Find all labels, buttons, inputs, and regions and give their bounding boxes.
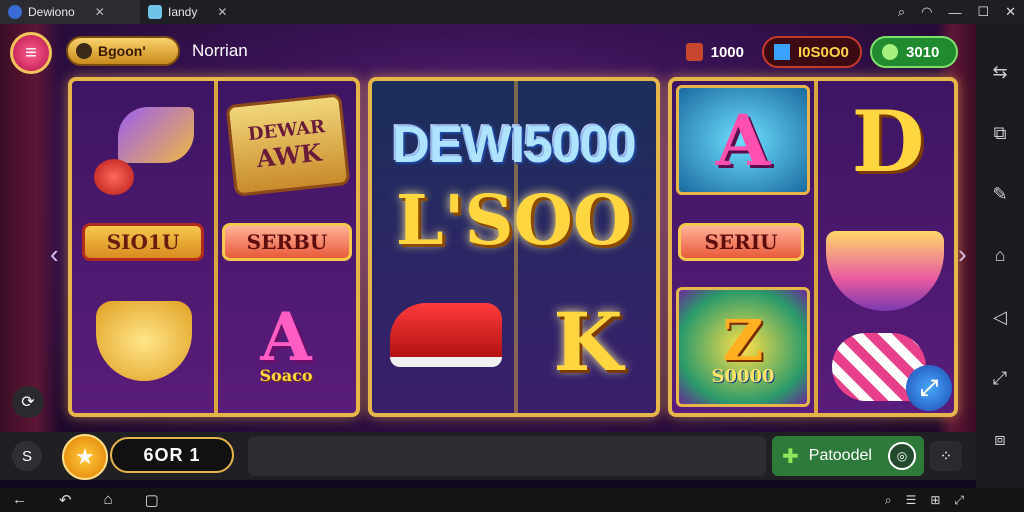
letter-k-symbol: K xyxy=(532,287,644,397)
letter-a-symbol: A Soaco xyxy=(259,297,313,385)
banner-title-line2: AWK xyxy=(255,137,324,174)
gem-balance[interactable]: 3010 xyxy=(870,36,958,68)
player-badge[interactable]: Bgoon' xyxy=(66,36,180,66)
avatar-icon xyxy=(76,43,92,59)
search-icon[interactable]: ⌕ xyxy=(885,493,892,508)
reel-divider xyxy=(814,81,818,413)
undo-icon[interactable]: ↶ xyxy=(59,491,72,509)
grid-icon[interactable]: ⊞ xyxy=(930,493,940,507)
tab-label: Dewiono xyxy=(28,5,75,19)
cauldron-symbol xyxy=(826,231,944,311)
badge-left: SIO1U xyxy=(82,223,204,261)
multiwindow-icon[interactable]: ⧈ xyxy=(994,429,1005,450)
reel-panel-right: A D SERIU Z S0000 ⤢ xyxy=(668,77,958,417)
sound-button-label: S xyxy=(21,447,32,465)
minimize-icon[interactable]: — xyxy=(948,5,961,20)
list-icon[interactable]: ☰ xyxy=(906,493,917,507)
reel-divider xyxy=(214,81,218,413)
message-field[interactable] xyxy=(248,436,766,476)
expand-icon[interactable]: ⤢ xyxy=(954,493,964,508)
app-favicon-icon xyxy=(148,5,162,19)
letter-a-tile-label: A xyxy=(715,98,771,182)
dots-icon: ⁘ xyxy=(939,448,953,465)
letter-a-label: Soaco xyxy=(259,365,313,385)
ball-symbol xyxy=(94,159,134,195)
cycle-icon: ⟳ xyxy=(21,394,35,411)
tab-label: Iandy xyxy=(168,5,198,19)
player-badge-label: Bgoon' xyxy=(98,43,146,59)
curtain-left xyxy=(0,24,60,432)
coin-balance-value: I0S0O0 xyxy=(798,43,849,61)
reel-panel-middle: DEWI5000 L'SOO K xyxy=(368,77,660,417)
star-icon: ★ xyxy=(75,444,95,469)
letter-k-label: K xyxy=(553,295,623,389)
game-subtitle: L'SOO xyxy=(395,181,633,261)
recent-apps-icon[interactable]: ▢ xyxy=(145,491,159,509)
menu-button[interactable]: ≡ xyxy=(10,32,52,74)
back-arrow-icon[interactable]: ← xyxy=(12,491,27,509)
banner-symbol: DEWAR AWK xyxy=(225,93,351,197)
reel-panel-left: DEWAR AWK SIO1U SERBU A Soaco xyxy=(68,77,360,417)
app-favicon-icon xyxy=(8,5,22,19)
more-options-button[interactable]: ⁘ xyxy=(930,441,962,471)
gift-counter-value: 1000 xyxy=(710,43,744,61)
browser-tab[interactable]: Dewiono ✕ xyxy=(0,0,140,24)
close-tab-icon[interactable]: ✕ xyxy=(95,5,105,19)
arrow-icon: ✚ xyxy=(782,445,799,468)
badge-right: SERBU xyxy=(222,223,352,261)
gem-icon xyxy=(882,44,898,60)
game-control-bar: S ★ 6OR 1 ✚ Patoodel ◎ ⁘ xyxy=(0,432,976,480)
back-icon[interactable]: ◁ xyxy=(993,307,1007,328)
sound-button[interactable]: S xyxy=(12,441,42,471)
close-tab-icon[interactable]: ✕ xyxy=(217,5,227,19)
expand-icon[interactable]: ⤢ xyxy=(906,365,952,411)
coin-icon xyxy=(774,44,790,60)
close-icon[interactable]: ✕ xyxy=(1005,4,1016,20)
coin-balance[interactable]: I0S0O0 xyxy=(762,36,862,68)
home-icon[interactable]: ⌂ xyxy=(104,491,113,509)
window-controls: ⌕ ◠ — ☐ ✕ xyxy=(898,0,1016,24)
settings-toggle-button[interactable]: ⟳ xyxy=(12,386,44,418)
android-side-nav: ⇆ ⧉ ✎ ⌂ ◁ ⤢ ⧈ xyxy=(976,24,1024,488)
gem-balance-value: 3010 xyxy=(906,43,940,61)
bonus-tile-value: S0000 xyxy=(711,365,775,387)
gift-icon xyxy=(686,43,703,61)
search-icon[interactable]: ⌕ xyxy=(898,4,905,20)
sneaker-symbol xyxy=(390,303,502,367)
maximize-icon[interactable]: ☐ xyxy=(977,4,989,20)
scroll-right-arrow-icon[interactable]: › xyxy=(958,239,967,270)
menu-icon: ≡ xyxy=(25,41,37,64)
target-icon[interactable]: ◎ xyxy=(888,442,916,470)
hat-symbol xyxy=(118,107,194,163)
player-nickname: Norrian xyxy=(192,41,248,60)
edit-icon[interactable]: ✎ xyxy=(992,184,1007,205)
rotate-icon[interactable]: ⇆ xyxy=(992,62,1007,83)
android-bottom-nav: ← ↶ ⌂ ▢ ⌕ ☰ ⊞ ⤢ xyxy=(0,488,1024,512)
scroll-left-arrow-icon[interactable]: ‹ xyxy=(50,239,59,270)
letter-d-label: D xyxy=(851,91,925,191)
expand-window-icon[interactable]: ⤢ xyxy=(993,368,1007,389)
bet-display[interactable]: 6OR 1 xyxy=(110,437,234,473)
gold-bowl-symbol xyxy=(96,301,192,381)
wifi-icon: ◠ xyxy=(921,4,933,19)
game-stage: ≡ Bgoon' Norrian 1000 I0S0O0 3010 ‹ › DE… xyxy=(0,24,976,432)
browser-tab-bar: Dewiono ✕ Iandy ✕ ⌕ ◠ — ☐ ✕ xyxy=(0,0,1024,24)
browser-tab[interactable]: Iandy ✕ xyxy=(140,0,260,24)
letter-d-symbol: D xyxy=(822,87,954,195)
spin-button[interactable]: ★ xyxy=(62,434,108,480)
gift-counter[interactable]: 1000 xyxy=(676,36,754,68)
screenshot-icon[interactable]: ⧉ xyxy=(994,123,1007,144)
reload-button-label: Patoodel xyxy=(808,447,872,464)
game-title: DEWI5000 xyxy=(392,116,636,174)
badge-serbu: SERIU xyxy=(678,223,804,261)
bonus-tile-symbol: Z S0000 xyxy=(676,287,810,407)
letter-a-tile-symbol: A xyxy=(676,85,810,195)
home-icon[interactable]: ⌂ xyxy=(995,245,1006,266)
